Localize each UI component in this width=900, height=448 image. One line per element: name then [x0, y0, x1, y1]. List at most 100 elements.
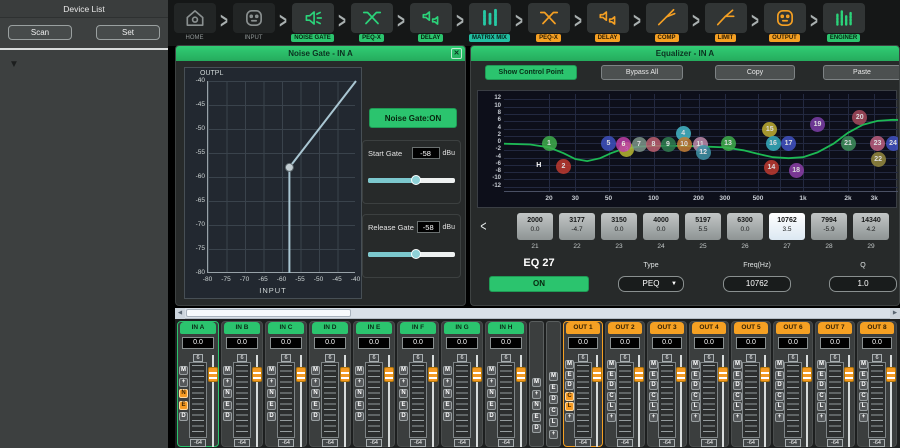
channel-tab[interactable]: IN G [444, 322, 480, 334]
toolbar-item-enginer-11[interactable]: ENGINER [819, 3, 868, 42]
toggle-e[interactable]: E [565, 371, 574, 380]
fader-handle[interactable] [428, 367, 438, 382]
channel-gain-value[interactable]: 0.0 [402, 337, 434, 349]
toggle-e[interactable]: E [311, 401, 320, 410]
toggle-n[interactable]: N [443, 389, 452, 398]
toggle-plus[interactable]: + [691, 413, 700, 422]
scroll-right-icon[interactable]: ▶ [890, 308, 900, 319]
eq-band-box[interactable]: 20000.0 [517, 213, 553, 240]
toggle-m[interactable]: M [179, 366, 188, 375]
toggle-d[interactable]: D [607, 381, 616, 390]
set-button[interactable]: Set [96, 25, 160, 40]
toggle-plus[interactable]: + [733, 413, 742, 422]
toggle-d[interactable]: D [817, 381, 826, 390]
toggle-e[interactable]: E [733, 371, 742, 380]
toggle-l[interactable]: L [859, 402, 868, 411]
toggle-l[interactable]: L [817, 402, 826, 411]
toggle-m[interactable]: M [733, 360, 742, 369]
eq-control-point-21[interactable]: 21 [841, 136, 856, 151]
fader-handle[interactable] [340, 367, 350, 382]
eq-band-23[interactable]: 31500.023 [601, 213, 637, 250]
channel-gain-value[interactable]: 0.0 [820, 337, 850, 349]
toggle-plus[interactable]: + [565, 413, 574, 422]
fader-handle[interactable] [592, 367, 602, 382]
channel-tab[interactable]: IN A [180, 322, 216, 334]
toggle-c[interactable]: C [859, 392, 868, 401]
toggle-m[interactable]: M [691, 360, 700, 369]
toggle-c[interactable]: C [817, 392, 826, 401]
channel-gain-value[interactable]: 0.0 [270, 337, 302, 349]
toggle-c[interactable]: C [649, 392, 658, 401]
channel-gain-value[interactable]: 0.0 [862, 337, 892, 349]
toggle-l[interactable]: L [691, 402, 700, 411]
toggle-m[interactable]: M [223, 366, 232, 375]
toggle-d[interactable]: D [355, 412, 364, 421]
toggle-e[interactable]: E [267, 401, 276, 410]
channel-gain-value[interactable]: 0.0 [610, 337, 640, 349]
toggle-e[interactable]: E [549, 384, 558, 393]
toggle-n[interactable]: N [355, 389, 364, 398]
toggle-plus[interactable]: + [223, 378, 232, 387]
start-gate-slider[interactable] [368, 176, 455, 185]
channel-gain-value[interactable]: 0.0 [490, 337, 522, 349]
eq-band-box[interactable]: 7994-5.9 [811, 213, 847, 240]
toggle-plus[interactable]: + [532, 390, 541, 399]
eq-band-28[interactable]: 7994-5.928 [811, 213, 847, 250]
toggle-l[interactable]: L [649, 402, 658, 411]
scroll-left-icon[interactable]: ◀ [175, 308, 185, 319]
channel-tab[interactable]: IN B [224, 322, 260, 334]
fader-handle[interactable] [802, 367, 812, 382]
paste-button[interactable]: Paste [823, 65, 900, 80]
noise-gate-graph[interactable]: OUTPL-40-45-50-55-60-65-70-75-80-80-75-7… [184, 67, 362, 299]
toggle-d[interactable]: D [399, 412, 408, 421]
slider-handle[interactable] [411, 175, 421, 185]
eq-band-21[interactable]: 20000.021 [517, 213, 553, 250]
channel-gain-value[interactable]: 0.0 [314, 337, 346, 349]
toggle-m[interactable]: M [399, 366, 408, 375]
toggle-plus[interactable]: + [487, 378, 496, 387]
eq-control-point-2[interactable]: 2 [556, 159, 571, 174]
toggle-plus[interactable]: + [443, 378, 452, 387]
toggle-plus[interactable]: + [311, 378, 320, 387]
toggle-m[interactable]: M [549, 372, 558, 381]
fader-handle[interactable] [252, 367, 262, 382]
eq-band-box[interactable]: 31500.0 [601, 213, 637, 240]
channel-tab[interactable]: IN E [356, 322, 392, 334]
q-value-box[interactable]: 1.0 [829, 276, 897, 292]
toggle-e[interactable]: E [179, 401, 188, 410]
eq-band-25[interactable]: 51975.525 [685, 213, 721, 250]
toggle-m[interactable]: M [817, 360, 826, 369]
channel-gain-value[interactable]: 0.0 [694, 337, 724, 349]
toggle-e[interactable]: E [223, 401, 232, 410]
eq-control-point-22[interactable]: 22 [871, 152, 886, 167]
band-scroll-left-icon[interactable]: < [480, 218, 486, 235]
toggle-m[interactable]: M [443, 366, 452, 375]
toolbar-item-delay-4[interactable]: DELAY [406, 3, 455, 42]
toggle-e[interactable]: E [399, 401, 408, 410]
toggle-plus[interactable]: + [355, 378, 364, 387]
toggle-e[interactable]: E [817, 371, 826, 380]
channel-tab[interactable]: IN F [400, 322, 436, 334]
channel-gain-value[interactable]: 0.0 [778, 337, 808, 349]
toggle-d[interactable]: D [565, 381, 574, 390]
toggle-e[interactable]: E [691, 371, 700, 380]
fader-handle[interactable] [296, 367, 306, 382]
channel-gain-value[interactable]: 0.0 [652, 337, 682, 349]
threshold-handle[interactable] [285, 163, 293, 171]
toolbar-item-home-0[interactable]: HOME [170, 3, 219, 42]
fader-handle[interactable] [634, 367, 644, 382]
noise-gate-enable-button[interactable]: Noise Gate:ON [369, 108, 457, 128]
channel-gain-value[interactable]: 0.0 [226, 337, 258, 349]
channel-gain-value[interactable]: 0.0 [568, 337, 598, 349]
toggle-c[interactable]: C [775, 392, 784, 401]
toggle-plus[interactable]: + [859, 413, 868, 422]
release-gate-slider[interactable] [368, 250, 455, 259]
toggle-l[interactable]: L [607, 402, 616, 411]
channel-gain-value[interactable]: 0.0 [358, 337, 390, 349]
eq-control-point-9[interactable]: 9 [661, 137, 676, 152]
toggle-n[interactable]: N [532, 401, 541, 410]
toggle-m[interactable]: M [565, 360, 574, 369]
toolbar-item-peq-x-6[interactable]: PEQ-X [524, 3, 573, 42]
eq-control-point-18[interactable]: 18 [789, 163, 804, 178]
channel-tab[interactable]: OUT 8 [860, 322, 894, 334]
